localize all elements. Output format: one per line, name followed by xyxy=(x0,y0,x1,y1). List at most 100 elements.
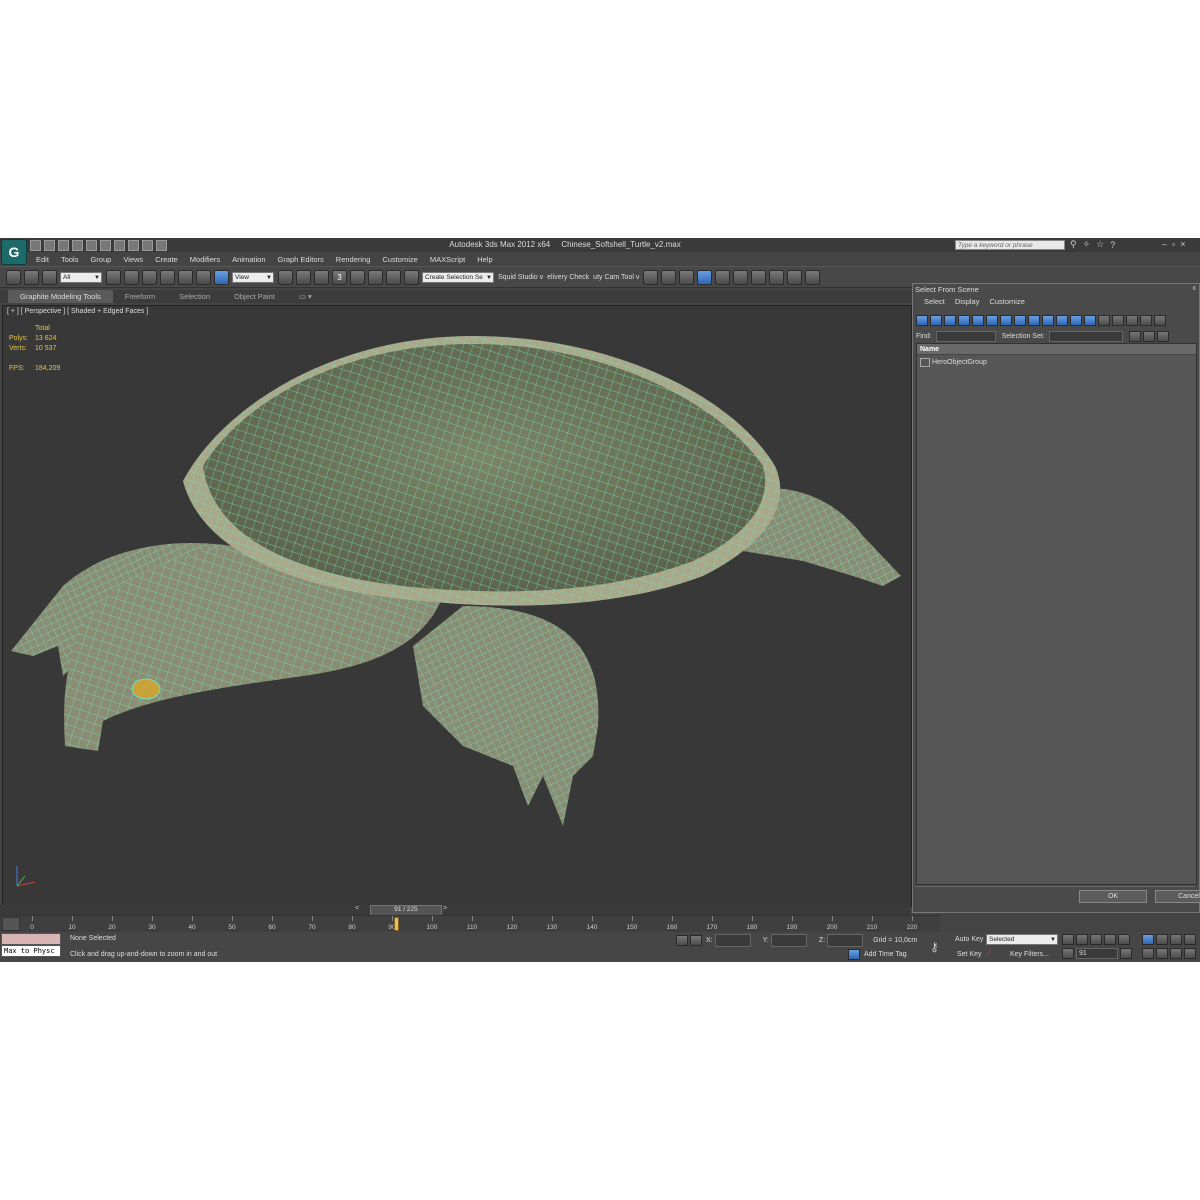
filter-frozen-icon[interactable] xyxy=(1056,314,1068,326)
turtle-wireframe-model[interactable] xyxy=(3,306,911,906)
menu-views[interactable]: Views xyxy=(117,255,149,264)
select-all-icon[interactable] xyxy=(1098,314,1110,326)
open-file-icon[interactable] xyxy=(44,240,55,251)
tab-graphite-modeling-tools[interactable]: Graphite Modeling Tools xyxy=(8,290,113,303)
menu-maxscript[interactable]: MAXScript xyxy=(424,255,471,264)
new-file-icon[interactable] xyxy=(30,240,41,251)
set-key-icon[interactable]: ∕ xyxy=(988,948,1000,959)
spinner-snap-icon[interactable] xyxy=(386,269,401,285)
move-icon[interactable] xyxy=(178,269,193,285)
close-icon[interactable]: × xyxy=(1180,239,1185,249)
snap-toggle-icon[interactable]: 3 xyxy=(332,269,347,285)
go-to-end-icon[interactable] xyxy=(1118,934,1130,945)
save-file-icon[interactable] xyxy=(58,240,69,251)
reference-coordinate-dropdown[interactable]: View ▼ xyxy=(232,271,274,283)
curve-editor-icon[interactable] xyxy=(715,269,731,285)
selection-filter-dropdown[interactable]: All ▼ xyxy=(60,271,102,283)
time-configuration-icon[interactable] xyxy=(1120,948,1132,959)
tab-freeform[interactable]: Freeform xyxy=(113,290,167,303)
add-time-tag[interactable]: Add Time Tag xyxy=(864,951,907,958)
filter-containers-icon[interactable] xyxy=(1042,314,1054,326)
list-item[interactable]: HeroObjectGroup xyxy=(920,358,987,367)
lock-selection-icon[interactable] xyxy=(676,935,688,946)
key-mode-toggle-icon[interactable] xyxy=(1062,948,1074,959)
schematic-view-icon[interactable] xyxy=(733,269,749,285)
menu-group[interactable]: Group xyxy=(84,255,117,264)
filter-funnel-icon[interactable] xyxy=(1140,314,1152,326)
previous-frame-icon[interactable] xyxy=(1076,934,1088,945)
selection-set-dropdown[interactable] xyxy=(1048,330,1123,342)
track-bar[interactable]: 0 10 20 30 40 50 60 70 80 90 100 110 120 130 140 150 160… xyxy=(0,915,940,932)
angle-snap-icon[interactable] xyxy=(350,269,365,285)
redo-icon[interactable] xyxy=(86,240,97,251)
plugin-squid-studio[interactable]: Squid Studio v xyxy=(498,274,543,281)
menu-help[interactable]: Help xyxy=(471,255,498,264)
layout-icon-2[interactable] xyxy=(128,240,139,251)
menu-customize[interactable]: Customize xyxy=(376,255,423,264)
keyboard-shortcut-icon[interactable] xyxy=(314,269,329,285)
filter-cameras-icon[interactable] xyxy=(958,314,970,326)
rectangular-selection-icon[interactable] xyxy=(142,269,157,285)
prev-frame-button[interactable]: < xyxy=(355,905,359,912)
filter-spacewarps-icon[interactable] xyxy=(986,314,998,326)
zoom-icon[interactable] xyxy=(1142,934,1154,945)
select-manipulate-icon[interactable] xyxy=(296,269,311,285)
bind-spacewarp-icon[interactable] xyxy=(42,269,57,285)
filter-lights-icon[interactable] xyxy=(944,314,956,326)
play-icon[interactable] xyxy=(1090,934,1102,945)
filter-geometry-icon[interactable] xyxy=(916,314,928,326)
render-setup-icon[interactable] xyxy=(769,269,785,285)
perspective-viewport[interactable]: [ + ] [ Perspective ] [ Shaded + Edged F… xyxy=(2,305,912,907)
graphite-toggle-icon[interactable] xyxy=(697,269,713,285)
layer-manager-icon[interactable] xyxy=(679,269,695,285)
filter-bones-icon[interactable] xyxy=(1028,314,1040,326)
named-selection-dropdown[interactable]: Create Selection Se ▼ xyxy=(422,271,494,283)
time-tag-icon[interactable] xyxy=(848,949,860,960)
dialog-close-icon[interactable]: x xyxy=(1193,285,1197,292)
filter-all-icon[interactable] xyxy=(1084,314,1096,326)
find-input[interactable] xyxy=(935,330,996,342)
selection-set-icon-2[interactable] xyxy=(1142,330,1155,342)
set-key-button[interactable]: Set Key xyxy=(957,951,982,958)
undo-icon[interactable] xyxy=(72,240,83,251)
percent-snap-icon[interactable] xyxy=(368,269,383,285)
filter-options-icon[interactable] xyxy=(1154,314,1166,326)
filter-helpers-icon[interactable] xyxy=(972,314,984,326)
absolute-mode-icon[interactable] xyxy=(690,935,702,946)
app-logo-icon[interactable]: G xyxy=(1,239,27,265)
go-to-start-icon[interactable] xyxy=(1062,934,1074,945)
scene-object-list[interactable]: Name HeroObjectGroup xyxy=(916,343,1197,885)
select-invert-icon[interactable] xyxy=(1126,314,1138,326)
minimize-icon[interactable]: – xyxy=(1162,239,1167,249)
selection-set-icon-3[interactable] xyxy=(1156,330,1169,342)
zoom-extents-all-icon[interactable] xyxy=(1184,934,1196,945)
filter-shapes-icon[interactable] xyxy=(930,314,942,326)
maximize-icon[interactable]: ▫ xyxy=(1172,239,1175,249)
key-filters-button[interactable]: Key Filters... xyxy=(1010,951,1049,958)
menu-tools[interactable]: Tools xyxy=(55,255,85,264)
orbit-icon[interactable] xyxy=(1170,948,1182,959)
help-icon[interactable]: ? xyxy=(1110,240,1115,250)
menu-graph-editors[interactable]: Graph Editors xyxy=(272,255,330,264)
key-mode-icon[interactable]: ⚷ xyxy=(930,940,939,954)
edit-named-selection-icon[interactable] xyxy=(404,269,419,285)
auto-key-button[interactable]: Auto Key xyxy=(955,936,983,943)
next-frame-button[interactable]: > xyxy=(443,905,447,912)
maxscript-output[interactable] xyxy=(1,933,61,945)
column-header-name[interactable]: Name xyxy=(917,344,1196,355)
maxscript-input[interactable]: Max to Physc xyxy=(1,945,61,957)
filter-xrefs-icon[interactable] xyxy=(1014,314,1026,326)
filter-hidden-icon[interactable] xyxy=(1070,314,1082,326)
window-crossing-icon[interactable] xyxy=(160,269,175,285)
maximize-viewport-icon[interactable] xyxy=(1184,948,1196,959)
align-icon[interactable] xyxy=(661,269,677,285)
current-frame-input[interactable]: 91 xyxy=(1076,948,1118,959)
material-editor-icon[interactable] xyxy=(751,269,767,285)
star-icon[interactable]: ☆ xyxy=(1096,239,1104,250)
timeline-playhead[interactable] xyxy=(394,917,399,931)
cancel-button[interactable]: Cancel xyxy=(1155,890,1200,903)
plugin-cam-tool[interactable]: uty Cam Tool v xyxy=(593,274,639,281)
x-coordinate-input[interactable] xyxy=(714,934,751,947)
rendered-frame-window-icon[interactable] xyxy=(787,269,803,285)
select-none-icon[interactable] xyxy=(1112,314,1124,326)
